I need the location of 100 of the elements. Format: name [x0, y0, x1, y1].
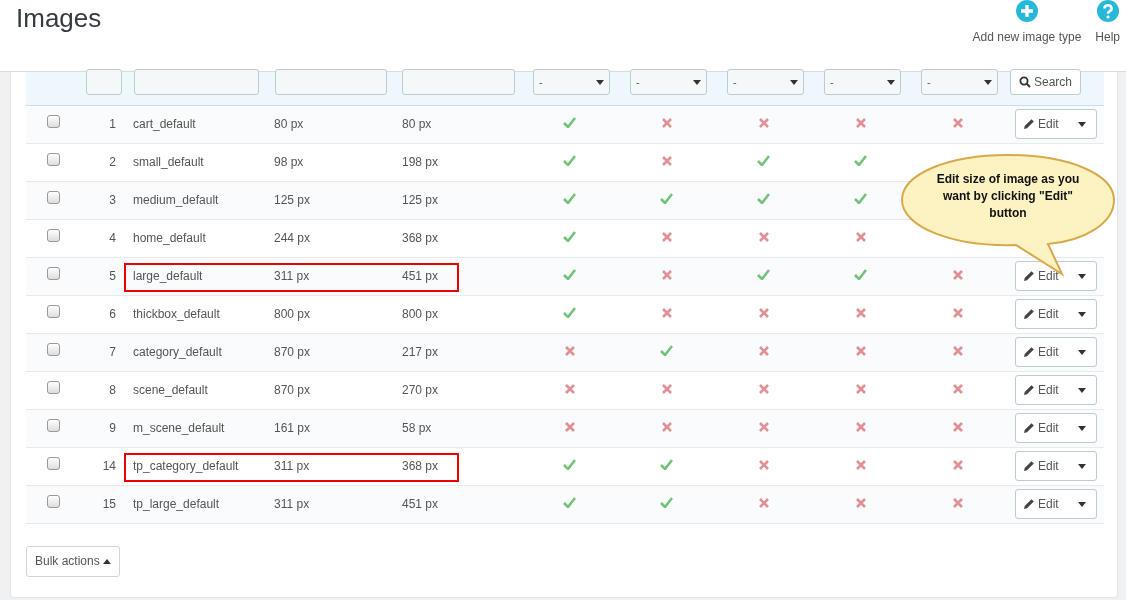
cross-icon	[855, 232, 866, 242]
caret-icon	[693, 79, 701, 85]
id-cell: 6	[109, 307, 116, 321]
cross-icon	[758, 460, 769, 470]
id-filter-field[interactable]	[86, 69, 122, 96]
pencil-icon	[1023, 308, 1035, 320]
width-cell: 80 px	[274, 117, 304, 131]
cross-icon	[952, 498, 963, 508]
cross-icon	[564, 346, 575, 356]
cross-icon	[661, 118, 672, 128]
width-cell: 244 px	[274, 231, 311, 245]
row-checkbox[interactable]	[46, 457, 60, 471]
cross-icon	[855, 422, 866, 432]
check-icon	[563, 231, 576, 242]
width-cell: 311 px	[274, 459, 310, 473]
row-checkbox[interactable]	[46, 419, 60, 433]
search-button[interactable]: Search	[1010, 69, 1082, 96]
height-cell: 58 px	[402, 421, 432, 435]
filter-select[interactable]: -	[533, 69, 610, 96]
pencil-icon	[1023, 498, 1035, 510]
filter-select[interactable]: -	[630, 69, 707, 96]
cross-icon	[661, 422, 672, 432]
height-cell: 451 px	[402, 497, 439, 511]
check-icon	[563, 459, 576, 470]
check-icon	[757, 269, 770, 280]
cross-icon	[855, 384, 866, 394]
cross-icon	[952, 422, 963, 432]
caret-icon	[790, 79, 798, 85]
cross-icon	[758, 118, 769, 128]
check-icon	[563, 193, 576, 204]
name-cell: tp_category_default	[133, 459, 239, 473]
height-cell: 368 px	[402, 231, 439, 245]
row-checkbox[interactable]	[46, 305, 60, 319]
row-checkbox[interactable]	[46, 495, 60, 509]
check-icon	[660, 193, 673, 204]
pencil-icon	[1023, 460, 1035, 472]
check-icon	[854, 269, 867, 280]
check-icon	[854, 155, 867, 166]
check-icon	[563, 117, 576, 128]
row-checkbox[interactable]	[46, 343, 60, 357]
id-cell: 3	[109, 193, 116, 207]
cross-icon	[758, 422, 769, 432]
row-checkbox[interactable]	[46, 267, 60, 281]
row-checkbox[interactable]	[46, 229, 60, 243]
filter-select[interactable]: -	[727, 69, 804, 96]
width-cell: 311 px	[274, 497, 310, 511]
id-cell: 8	[109, 383, 116, 397]
pencil-icon	[1023, 422, 1035, 434]
cross-icon	[661, 308, 672, 318]
height-cell: 368 px	[402, 459, 439, 473]
name-cell: category_default	[133, 345, 222, 359]
id-cell: 1	[109, 117, 116, 131]
check-icon	[660, 345, 673, 356]
pencil-icon	[1023, 270, 1035, 282]
row-checkbox[interactable]	[46, 191, 60, 205]
name-filter-field[interactable]	[134, 69, 259, 96]
check-icon	[563, 155, 576, 166]
caret-icon	[1078, 463, 1086, 469]
id-cell: 5	[109, 269, 116, 283]
row-checkbox[interactable]	[46, 153, 60, 167]
bulk-actions-button[interactable]: Bulk actions	[26, 545, 120, 577]
height-cell: 80 px	[402, 117, 432, 131]
page-title: Images	[16, 3, 102, 35]
check-icon	[563, 497, 576, 508]
filter-select[interactable]: -	[824, 69, 901, 96]
search-icon	[1019, 76, 1031, 89]
cross-icon	[952, 270, 963, 280]
id-cell: 9	[109, 421, 116, 435]
filter-select[interactable]: -	[921, 69, 998, 96]
cross-icon	[758, 346, 769, 356]
cross-icon	[952, 384, 963, 394]
name-cell: tp_large_default	[133, 497, 220, 511]
caret-icon	[596, 79, 604, 85]
cross-icon	[564, 422, 575, 432]
row-checkbox[interactable]	[46, 381, 60, 395]
width-filter-field[interactable]	[275, 69, 387, 96]
add-button[interactable]: Add new image type	[972, 0, 1082, 44]
help-button[interactable]: Help	[1095, 0, 1120, 44]
height-cell: 270 px	[402, 383, 439, 397]
id-cell: 14	[102, 459, 116, 473]
row-checkbox[interactable]	[46, 115, 60, 129]
name-cell: home_default	[133, 231, 206, 245]
name-cell: large_default	[133, 269, 203, 283]
cross-icon	[758, 232, 769, 242]
width-cell: 800 px	[274, 307, 311, 321]
caret-icon	[1078, 425, 1086, 431]
name-cell: medium_default	[133, 193, 219, 207]
height-cell: 451 px	[402, 269, 439, 283]
cross-icon	[855, 460, 866, 470]
width-cell: 870 px	[274, 383, 311, 397]
caret-icon	[1078, 311, 1086, 317]
cross-icon	[758, 498, 769, 508]
id-cell: 2	[109, 155, 116, 169]
cross-icon	[855, 498, 866, 508]
pencil-icon	[1023, 118, 1035, 130]
caret-icon	[1078, 501, 1086, 507]
cross-icon	[758, 384, 769, 394]
height-filter-field[interactable]	[402, 69, 515, 96]
height-cell: 800 px	[402, 307, 439, 321]
pencil-icon	[1023, 384, 1035, 396]
